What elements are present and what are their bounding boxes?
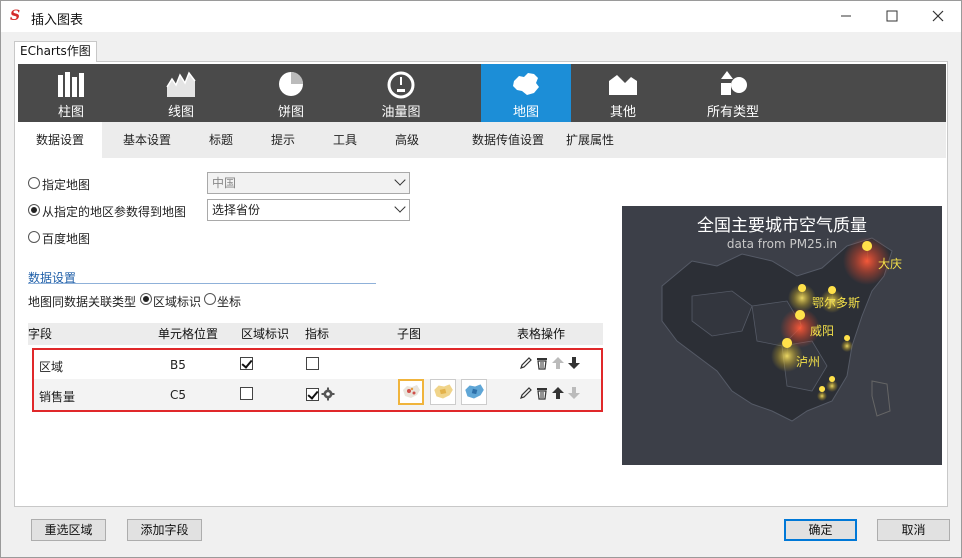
column-header: 单元格位置 <box>158 327 219 341</box>
highlight-box <box>32 348 603 412</box>
column-header: 指标 <box>305 327 330 341</box>
column-header: 表格操作 <box>517 327 566 341</box>
app-logo-icon: S <box>10 8 21 24</box>
chart-type-bar-chart[interactable]: 柱图 <box>26 64 116 122</box>
tab-title[interactable]: 标题 <box>198 122 244 158</box>
select-value: 中国 <box>212 176 237 190</box>
province-select[interactable]: 选择省份 <box>207 199 410 221</box>
chart-type-label: 线图 <box>167 105 194 120</box>
chart-type-label: 饼图 <box>277 105 304 120</box>
chart-type-gauge[interactable]: 油量图 <box>356 64 446 122</box>
radio-coordinate[interactable] <box>204 293 216 305</box>
tab-extended-props[interactable]: 扩展属性 <box>560 122 620 158</box>
city-label: 鄂尔多斯 <box>812 296 861 310</box>
column-header: 子图 <box>397 327 422 341</box>
city-label: 威阳 <box>810 324 835 338</box>
radio-label: 从指定的地区参数得到地图 <box>42 205 187 219</box>
close-icon[interactable] <box>915 1 961 31</box>
radio-label: 区域标识 <box>153 295 202 309</box>
chart-type-other[interactable]: 其他 <box>578 64 668 122</box>
chart-type-label: 油量图 <box>381 105 421 120</box>
pie-chart-icon <box>279 72 303 96</box>
chevron-down-icon <box>394 201 406 213</box>
chart-type-bar: 柱图 线图 饼图 油量图 地图 其他 所有类型 <box>18 64 946 122</box>
maximize-icon[interactable] <box>869 1 915 31</box>
chart-type-label: 其他 <box>609 105 636 120</box>
radio-baidu-map[interactable] <box>28 231 40 243</box>
chart-type-label: 地图 <box>512 105 539 120</box>
chart-type-label: 所有类型 <box>706 105 759 120</box>
city-label: 大庆 <box>878 257 903 271</box>
tab-tools[interactable]: 工具 <box>322 122 368 158</box>
chart-type-label: 柱图 <box>57 105 84 120</box>
chart-preview: 全国主要城市空气质量 data from PM25.in 大庆 鄂尔多斯 威阳 … <box>622 206 942 465</box>
chart-type-pie-chart[interactable]: 饼图 <box>246 64 336 122</box>
other-chart-icon <box>609 75 637 95</box>
tab-advanced[interactable]: 高级 <box>384 122 430 158</box>
section-divider <box>28 283 376 284</box>
settings-tabs: 数据设置 基本设置 标题 提示 工具 高级 数据传值设置 扩展属性 <box>18 122 946 158</box>
minimize-icon[interactable] <box>823 1 869 31</box>
tab-echarts[interactable]: ECharts作图 <box>14 41 97 62</box>
tab-tooltip[interactable]: 提示 <box>260 122 306 158</box>
tab-data-settings[interactable]: 数据设置 <box>18 122 102 158</box>
line-chart-icon <box>166 71 196 97</box>
column-header: 字段 <box>28 327 53 341</box>
radio-label: 百度地图 <box>42 232 91 246</box>
radio-from-region-param[interactable] <box>28 204 40 216</box>
gauge-icon <box>387 71 415 99</box>
cancel-button[interactable]: 取消 <box>877 519 950 541</box>
tab-basic-settings[interactable]: 基本设置 <box>110 122 184 158</box>
column-header: 区域标识 <box>241 327 290 341</box>
all-types-icon <box>721 71 747 95</box>
title-bar: S 插入图表 <box>1 1 961 32</box>
reselect-region-button[interactable]: 重选区域 <box>31 519 106 541</box>
radio-specified-map[interactable] <box>28 177 40 189</box>
assoc-type-label: 地图同数据关联类型 <box>28 295 137 309</box>
chart-type-map[interactable]: 地图 <box>481 64 571 122</box>
chevron-down-icon <box>394 174 406 186</box>
radio-label: 坐标 <box>217 295 242 309</box>
chart-type-line-chart[interactable]: 线图 <box>136 64 226 122</box>
chart-type-all[interactable]: 所有类型 <box>688 64 778 122</box>
preview-title: 全国主要城市空气质量 <box>697 216 867 236</box>
city-label: 泸州 <box>796 355 821 369</box>
radio-region-id[interactable] <box>140 293 152 305</box>
tab-data-passing[interactable]: 数据传值设置 <box>448 122 568 158</box>
china-map-icon <box>513 73 539 95</box>
field-table-header: 字段 单元格位置 区域标识 指标 子图 表格操作 <box>28 323 603 345</box>
preview-subtitle: data from PM25.in <box>726 237 838 251</box>
add-field-button[interactable]: 添加字段 <box>127 519 202 541</box>
select-value: 选择省份 <box>212 203 261 217</box>
window-title: 插入图表 <box>31 13 84 28</box>
ok-button[interactable]: 确定 <box>784 519 857 541</box>
map-select[interactable]: 中国 <box>207 172 410 194</box>
radio-label: 指定地图 <box>42 178 91 192</box>
insert-chart-dialog: S 插入图表 ECharts作图 柱图 线图 饼图 油量图 地图 其他 所有类型… <box>0 0 962 558</box>
bar-chart-icon <box>58 72 84 97</box>
